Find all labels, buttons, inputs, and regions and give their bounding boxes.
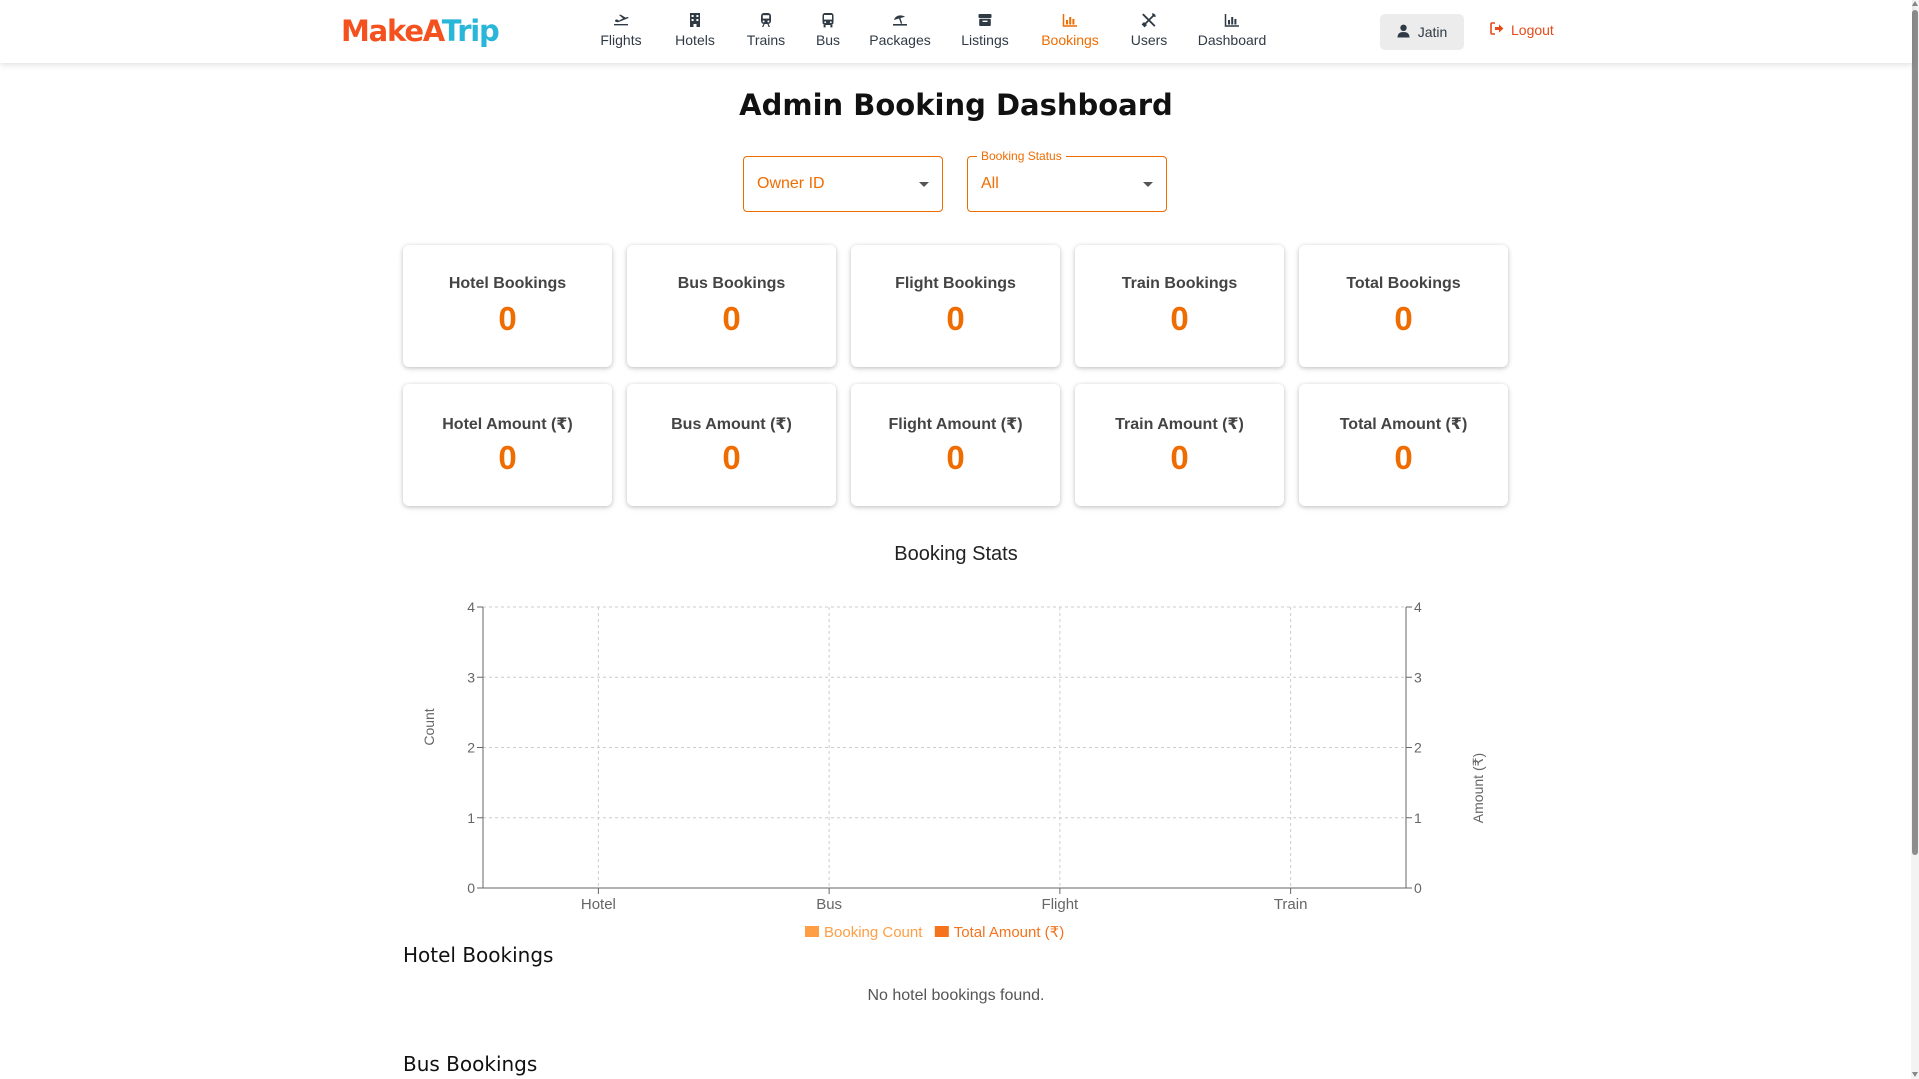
- nav-item-dashboard[interactable]: Dashboard: [1192, 12, 1272, 48]
- nav-item-label: Flights: [600, 32, 642, 48]
- legend-label: Total Amount (₹): [954, 924, 1064, 941]
- logo-part-1: MakeA: [341, 14, 443, 48]
- user-icon: [1397, 24, 1410, 41]
- y2-axis-tick-label: 0: [1414, 880, 1422, 896]
- y-axis-tick-label: 1: [467, 810, 475, 826]
- nav-item-label: Dashboard: [1197, 32, 1267, 48]
- plane-icon: [581, 12, 661, 30]
- scroll-up-arrow[interactable]: [1912, 1, 1918, 6]
- tools-icon: [1109, 12, 1189, 30]
- nav-item-label: Bookings: [1041, 32, 1099, 48]
- y-axis-tick-label: 3: [467, 669, 475, 685]
- logo[interactable]: MakeATrip: [341, 14, 500, 48]
- list-box-icon: [945, 12, 1025, 30]
- top-navbar: MakeATrip Flights Hotels Trains Bus Pack…: [0, 0, 1912, 63]
- nav-item-label: Hotels: [675, 32, 715, 48]
- nav-item-bookings[interactable]: Bookings: [1030, 12, 1110, 48]
- booking-stats-chart: 0 1 2 3 4 0 1 2 3 4 Hotel Bus Flight Train Count Amount…: [421, 599, 1486, 941]
- x-axis-tick-label: Train: [1274, 896, 1308, 913]
- hotel-icon: [655, 12, 735, 30]
- y2-axis-tick-label: 1: [1414, 810, 1422, 826]
- legend-swatch: [934, 926, 949, 937]
- user-name: Jatin: [1417, 24, 1448, 40]
- nav-item-hotels[interactable]: Hotels: [655, 12, 735, 48]
- bar-chart-icon: [1192, 12, 1272, 30]
- scrollbar-thumb[interactable]: [1912, 10, 1918, 855]
- bus-icon: [788, 12, 868, 30]
- legend-label: Booking Count: [824, 924, 923, 941]
- y2-axis-tick-label: 3: [1414, 669, 1422, 685]
- umbrella-beach-icon: [860, 12, 940, 30]
- bar-chart-icon: [1030, 12, 1110, 30]
- x-axis-tick-label: Flight: [1042, 896, 1080, 913]
- nav-item-label: Bus: [815, 32, 841, 48]
- legend-swatch: [805, 926, 819, 937]
- logout-label: Logout: [1511, 22, 1554, 38]
- hotel-bookings-heading: Hotel Bookings: [403, 943, 554, 967]
- nav-item-label: Listings: [961, 32, 1009, 48]
- y-axis-tick-label: 4: [467, 599, 475, 615]
- y-axis-label: Count: [421, 708, 437, 745]
- nav-item-label: Trains: [746, 32, 786, 48]
- x-axis-tick-label: Hotel: [581, 896, 616, 913]
- nav-item-flights[interactable]: Flights: [581, 12, 661, 48]
- y2-axis-tick-label: 2: [1414, 740, 1422, 756]
- y-axis-tick-label: 2: [467, 740, 475, 756]
- bus-bookings-heading: Bus Bookings: [403, 1052, 538, 1076]
- logout-button[interactable]: Logout: [1490, 22, 1554, 38]
- nav-item-listings[interactable]: Listings: [945, 12, 1025, 48]
- hotel-bookings-empty-message: No hotel bookings found.: [867, 987, 1045, 1004]
- y2-axis-tick-label: 4: [1414, 599, 1422, 615]
- user-menu-button[interactable]: Jatin: [1380, 14, 1464, 50]
- y-axis-tick-label: 0: [467, 880, 475, 896]
- y2-axis-label: Amount (₹): [1470, 753, 1486, 823]
- scroll-down-arrow[interactable]: [1912, 1072, 1918, 1077]
- nav-item-label: Users: [1130, 32, 1168, 48]
- x-axis-tick-label: Bus: [816, 896, 842, 913]
- nav-item-users[interactable]: Users: [1109, 12, 1189, 48]
- logo-part-2: Trip: [441, 14, 500, 48]
- nav-item-label: Packages: [869, 32, 931, 48]
- sign-out-icon: [1490, 22, 1504, 38]
- nav-item-bus[interactable]: Bus: [788, 12, 868, 48]
- nav-item-packages[interactable]: Packages: [860, 12, 940, 48]
